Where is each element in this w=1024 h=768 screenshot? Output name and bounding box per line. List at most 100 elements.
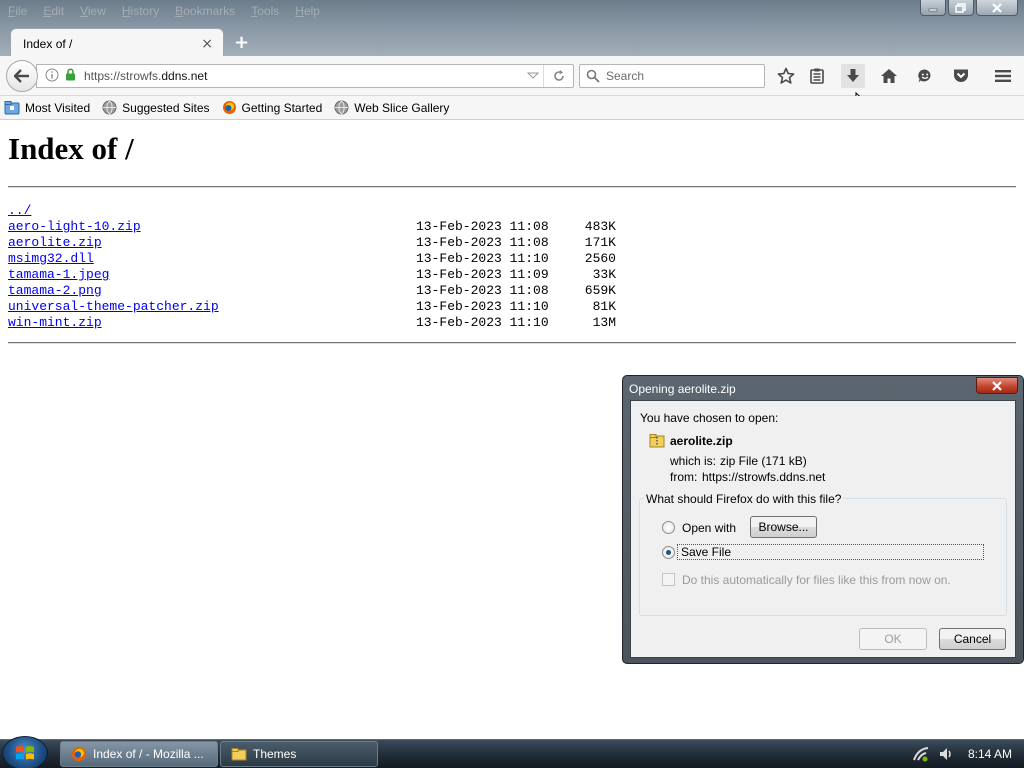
close-icon — [992, 380, 1002, 391]
downloads-button[interactable] — [841, 64, 865, 88]
folder-icon — [4, 101, 20, 115]
bookmarks-menu-button[interactable] — [805, 64, 829, 88]
info-icon[interactable] — [45, 68, 59, 85]
save-file-radio[interactable] — [662, 546, 675, 559]
bookmark-web-slice-gallery[interactable]: Web Slice Gallery — [334, 100, 449, 115]
volume-icon[interactable] — [938, 746, 954, 762]
firefox-icon — [222, 101, 236, 114]
browse-button[interactable]: Browse... — [750, 516, 817, 538]
file-row: aerolite.zip 13-Feb-2023 11:08 171K — [8, 235, 616, 251]
back-arrow-icon — [14, 69, 29, 83]
directory-listing: ../ aero-light-10.zip 13-Feb-2023 11:08 48… — [8, 203, 616, 331]
bookmark-star-button[interactable] — [774, 64, 798, 88]
download-dialog: Opening aerolite.zip You have chosen to … — [622, 375, 1024, 664]
chosen-label: You have chosen to open: — [640, 411, 779, 425]
search-bar[interactable] — [579, 64, 765, 88]
file-row: aero-light-10.zip 13-Feb-2023 11:08 483K — [8, 219, 616, 235]
auto-action-label: Do this automatically for files like thi… — [682, 573, 951, 587]
home-icon — [881, 69, 897, 83]
from-value: https://strowfs.ddns.net — [702, 470, 826, 484]
file-date: 13-Feb-2023 11:10 — [416, 315, 549, 330]
bookmark-most-visited[interactable]: Most Visited — [4, 100, 90, 115]
menu-file[interactable]: File — [0, 0, 35, 22]
menu-help[interactable]: Help — [287, 0, 328, 22]
network-icon[interactable] — [912, 746, 930, 762]
open-with-radio[interactable] — [662, 521, 675, 534]
menu-bookmarks[interactable]: Bookmarks — [167, 0, 243, 22]
file-name: aerolite.zip — [670, 434, 733, 448]
divider-top — [8, 186, 1016, 188]
which-is-label: which is: — [670, 454, 717, 468]
start-button[interactable] — [2, 736, 48, 768]
bookmark-label: Suggested Sites — [122, 100, 210, 115]
taskbar-item-themes[interactable]: Themes — [220, 741, 378, 767]
ok-button[interactable]: OK — [859, 628, 927, 650]
pocket-button[interactable] — [949, 64, 973, 88]
browser-title-area: File Edit View History Bookmarks Tools H… — [0, 0, 1024, 58]
which-is-value: zip File (171 kB) — [720, 454, 807, 468]
menu-view[interactable]: View — [72, 0, 114, 22]
menubar: File Edit View History Bookmarks Tools H… — [0, 0, 328, 22]
auto-action-checkbox[interactable] — [662, 573, 675, 586]
bookmarks-toolbar: Most Visited Suggested Sites Getting Sta… — [0, 96, 1024, 120]
page-title: Index of / — [8, 131, 134, 166]
open-menu-button[interactable] — [991, 64, 1015, 88]
taskbar: Index of / - Mozilla ... Themes 8:14 AM — [0, 736, 1024, 768]
star-icon — [777, 67, 795, 84]
window-close-button[interactable] — [976, 0, 1018, 16]
file-link[interactable]: universal-theme-patcher.zip — [8, 299, 416, 315]
system-tray: 8:14 AM — [912, 740, 1012, 768]
hello-button[interactable] — [913, 64, 937, 88]
bookmark-getting-started[interactable]: Getting Started — [222, 100, 322, 115]
reload-icon[interactable] — [543, 65, 573, 87]
save-file-label[interactable]: Save File — [681, 545, 731, 559]
cancel-button[interactable]: Cancel — [939, 628, 1006, 650]
download-arrow-icon — [847, 69, 859, 82]
clock[interactable]: 8:14 AM — [968, 747, 1012, 761]
search-icon — [586, 69, 600, 83]
globe-icon — [334, 100, 349, 115]
file-link[interactable]: aerolite.zip — [8, 235, 416, 251]
home-button[interactable] — [877, 64, 901, 88]
file-size: 2560 — [584, 251, 616, 266]
lock-icon[interactable] — [65, 68, 76, 84]
bookmark-suggested-sites[interactable]: Suggested Sites — [102, 100, 210, 115]
dialog-close-button[interactable] — [976, 377, 1018, 394]
tab-index-of[interactable]: Index of / × — [10, 28, 224, 58]
file-link[interactable]: msimg32.dll — [8, 251, 416, 267]
taskbar-item-firefox[interactable]: Index of / - Mozilla ... — [60, 741, 218, 767]
back-button[interactable] — [6, 60, 38, 92]
open-with-label[interactable]: Open with — [682, 521, 736, 535]
file-date: 13-Feb-2023 11:09 — [416, 267, 549, 282]
file-size: 81K — [592, 299, 616, 314]
url-dropdown-icon[interactable] — [523, 72, 543, 80]
parent-directory-link[interactable]: ../ — [8, 203, 416, 219]
tab-close-icon[interactable]: × — [201, 36, 213, 52]
new-tab-icon[interactable]: + — [234, 32, 249, 53]
file-link[interactable]: win-mint.zip — [8, 315, 416, 331]
restore-button[interactable] — [948, 0, 974, 16]
smiley-chat-icon — [918, 69, 931, 83]
menu-edit[interactable]: Edit — [35, 0, 72, 22]
file-row: tamama-1.jpeg 13-Feb-2023 11:09 33K — [8, 267, 616, 283]
url-bar[interactable]: https://strowfs.ddns.net — [36, 64, 574, 88]
menu-tools[interactable]: Tools — [243, 0, 287, 22]
menu-history[interactable]: History — [114, 0, 167, 22]
minimize-button[interactable] — [920, 0, 946, 16]
file-link[interactable]: tamama-1.jpeg — [8, 267, 416, 283]
file-link[interactable]: tamama-2.png — [8, 283, 416, 299]
dialog-title: Opening aerolite.zip — [629, 382, 736, 396]
dialog-body: You have chosen to open: aerolite.zip wh… — [630, 400, 1016, 658]
file-date: 13-Feb-2023 11:10 — [416, 299, 549, 314]
search-input[interactable] — [606, 69, 756, 83]
bookmarks-list-icon — [810, 68, 824, 84]
url-text[interactable]: https://strowfs.ddns.net — [84, 69, 523, 83]
zip-file-icon — [649, 434, 665, 448]
navigation-toolbar: https://strowfs.ddns.net — [0, 56, 1024, 110]
file-date: 13-Feb-2023 11:10 — [416, 251, 549, 266]
parent-directory-row: ../ — [8, 203, 616, 219]
file-link[interactable]: aero-light-10.zip — [8, 219, 416, 235]
windows-logo-icon — [16, 746, 34, 760]
globe-icon — [102, 100, 117, 115]
file-row: tamama-2.png 13-Feb-2023 11:08 659K — [8, 283, 616, 299]
